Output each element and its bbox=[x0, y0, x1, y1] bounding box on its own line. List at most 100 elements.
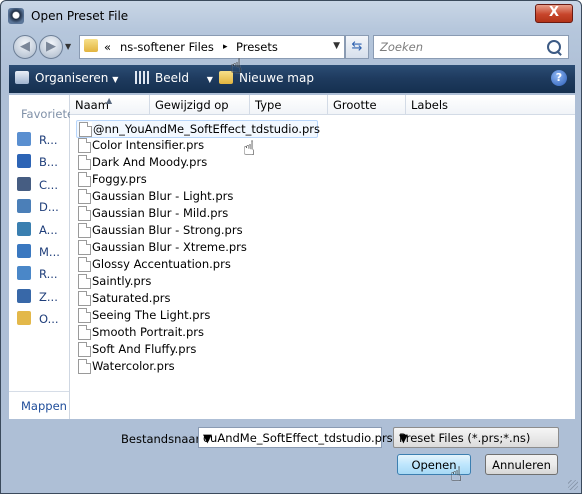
file-row[interactable]: Seeing The Light.prs bbox=[76, 307, 316, 323]
file-row[interactable]: Dark And Moody.prs bbox=[76, 154, 316, 170]
sidebar-item-label: Z... bbox=[39, 289, 58, 304]
file-icon bbox=[79, 122, 92, 137]
file-icon bbox=[78, 274, 91, 289]
column-header-labels[interactable]: Labels bbox=[406, 95, 575, 115]
new-folder-label: Nieuwe map bbox=[239, 71, 314, 85]
file-name: Gaussian Blur - Mild.prs bbox=[92, 206, 229, 220]
file-row[interactable]: Color Intensifier.prs bbox=[76, 137, 316, 153]
breadcrumb-ns-softener-files[interactable]: ns-softener Files bbox=[120, 40, 214, 54]
organize-icon bbox=[15, 71, 29, 84]
filename-input[interactable]: ouAndMe_SoftEffect_tdstudio.prs ▼ bbox=[198, 427, 393, 448]
sort-ascending-icon: ▲ bbox=[106, 96, 113, 105]
sidebar-item[interactable]: R... bbox=[17, 132, 69, 148]
file-icon bbox=[78, 359, 91, 374]
file-row[interactable]: Glossy Accentuation.prs bbox=[76, 256, 316, 272]
recent-locations-dropdown-icon[interactable]: ▼ bbox=[65, 42, 71, 51]
refresh-button[interactable]: ⇆ bbox=[345, 35, 369, 59]
address-bar[interactable]: « ns-softener Files ▸ Presets ▼ bbox=[79, 35, 345, 59]
file-icon bbox=[78, 138, 91, 153]
sidebar-item[interactable]: B... bbox=[17, 154, 69, 170]
organize-label: Organiseren bbox=[35, 71, 109, 85]
file-row[interactable]: Saintly.prs bbox=[76, 273, 316, 289]
file-row[interactable]: @nn_YouAndMe_SoftEffect_tdstudio.prs bbox=[76, 120, 320, 138]
forward-button[interactable]: ▶ bbox=[39, 35, 63, 59]
breadcrumb-separator-icon[interactable]: ▸ bbox=[223, 42, 228, 52]
file-name: Watercolor.prs bbox=[92, 359, 175, 373]
column-header-modified[interactable]: Gewijzigd op bbox=[150, 95, 250, 115]
sidebar-item[interactable]: Z... bbox=[17, 288, 69, 305]
file-row[interactable]: Smooth Portrait.prs bbox=[76, 324, 316, 340]
file-name: Dark And Moody.prs bbox=[92, 155, 208, 169]
file-icon bbox=[78, 172, 91, 187]
navigation-pane: Favoriete R... B... C... D... A... M... R... Z.… bbox=[9, 95, 74, 419]
command-toolbar: Organiseren ▼ Beeld ▼ Nieuwe map ? bbox=[9, 65, 575, 93]
sidebar-item-label: A... bbox=[39, 222, 58, 237]
filename-dropdown-icon[interactable]: ▼ bbox=[203, 431, 377, 445]
file-row[interactable]: Foggy.prs bbox=[76, 171, 316, 187]
sidebar-item[interactable]: D... bbox=[17, 199, 69, 215]
view-label: Beeld bbox=[155, 71, 189, 85]
recent-places-icon bbox=[17, 132, 31, 146]
file-row[interactable]: Gaussian Blur - Mild.prs bbox=[76, 205, 316, 221]
file-row[interactable]: Gaussian Blur - Xtreme.prs bbox=[76, 239, 316, 255]
resize-grip[interactable] bbox=[568, 480, 578, 490]
file-row[interactable]: Gaussian Blur - Strong.prs bbox=[76, 222, 316, 238]
chevron-down-icon: ▼ bbox=[206, 75, 213, 84]
close-button[interactable]: X bbox=[535, 4, 573, 23]
file-list-pane: ▲ Naam Gewijzigd op Type Grootte Labels … bbox=[70, 95, 575, 419]
view-icon bbox=[135, 71, 149, 84]
sidebar-item[interactable]: C... bbox=[17, 176, 69, 193]
file-row[interactable]: Watercolor.prs bbox=[76, 358, 316, 374]
sidebar-item-label: B... bbox=[39, 155, 58, 170]
column-name-label: Naam bbox=[75, 98, 109, 112]
searches-icon bbox=[17, 288, 31, 303]
view-button[interactable]: Beeld ▼ bbox=[135, 71, 213, 85]
refresh-icon: ⇆ bbox=[351, 39, 363, 54]
column-header-type[interactable]: Type bbox=[250, 95, 328, 115]
title-bar[interactable]: Open Preset File X bbox=[1, 1, 581, 31]
file-icon bbox=[78, 325, 91, 340]
file-name: Smooth Portrait.prs bbox=[92, 325, 204, 339]
column-header-name[interactable]: ▲ Naam bbox=[70, 95, 150, 115]
sidebar-item[interactable]: O... bbox=[17, 311, 69, 327]
file-name: Seeing The Light.prs bbox=[92, 308, 211, 322]
divider bbox=[9, 391, 69, 392]
breadcrumb-overflow[interactable]: « bbox=[104, 40, 111, 54]
filetype-dropdown-icon: ▼ bbox=[399, 431, 408, 445]
sidebar-item-label: R... bbox=[39, 267, 58, 282]
open-preset-dialog: Open Preset File X ◀ ▶ ▼ « ns-softener F… bbox=[0, 0, 582, 494]
cancel-button[interactable]: Annuleren bbox=[485, 454, 558, 475]
public-folder-icon bbox=[17, 311, 31, 326]
favorites-heading[interactable]: Favoriete bbox=[21, 107, 74, 121]
search-input[interactable]: Zoeken bbox=[373, 35, 569, 59]
sidebar-item-label: M... bbox=[39, 245, 60, 259]
address-dropdown-icon[interactable]: ▼ bbox=[333, 41, 340, 51]
back-button[interactable]: ◀ bbox=[13, 35, 37, 59]
file-name: Color Intensifier.prs bbox=[92, 138, 205, 152]
sidebar-item[interactable]: M... bbox=[17, 244, 69, 260]
sidebar-item[interactable]: R... bbox=[17, 266, 69, 282]
documents-icon bbox=[17, 199, 31, 214]
file-row[interactable]: Gaussian Blur - Light.prs bbox=[76, 188, 316, 204]
filetype-select[interactable]: Preset Files (*.prs;*.ns) ▼ bbox=[393, 427, 559, 448]
file-row[interactable]: Soft And Fluffy.prs bbox=[76, 341, 316, 357]
sidebar-item-label: R... bbox=[39, 133, 58, 147]
organize-button[interactable]: Organiseren ▼ bbox=[15, 71, 118, 85]
search-placeholder: Zoeken bbox=[380, 40, 424, 54]
sidebar-item-label: O... bbox=[39, 312, 59, 327]
search-icon[interactable] bbox=[547, 40, 561, 54]
help-icon[interactable]: ? bbox=[551, 70, 567, 86]
sidebar-item[interactable]: A... bbox=[17, 221, 69, 238]
computer-icon bbox=[17, 176, 31, 191]
file-icon bbox=[78, 308, 91, 323]
column-header-size[interactable]: Grootte bbox=[328, 95, 406, 115]
forward-arrow-icon: ▶ bbox=[46, 39, 56, 54]
breadcrumb-presets[interactable]: Presets bbox=[236, 40, 278, 54]
file-name: Gaussian Blur - Xtreme.prs bbox=[92, 240, 247, 254]
file-name: Saintly.prs bbox=[92, 274, 152, 288]
sidebar-item-label: C... bbox=[39, 177, 58, 192]
file-row[interactable]: Saturated.prs bbox=[76, 290, 316, 306]
back-arrow-icon: ◀ bbox=[20, 39, 30, 54]
folder-icon bbox=[84, 39, 98, 52]
folders-toggle[interactable]: Mappen bbox=[21, 399, 67, 413]
